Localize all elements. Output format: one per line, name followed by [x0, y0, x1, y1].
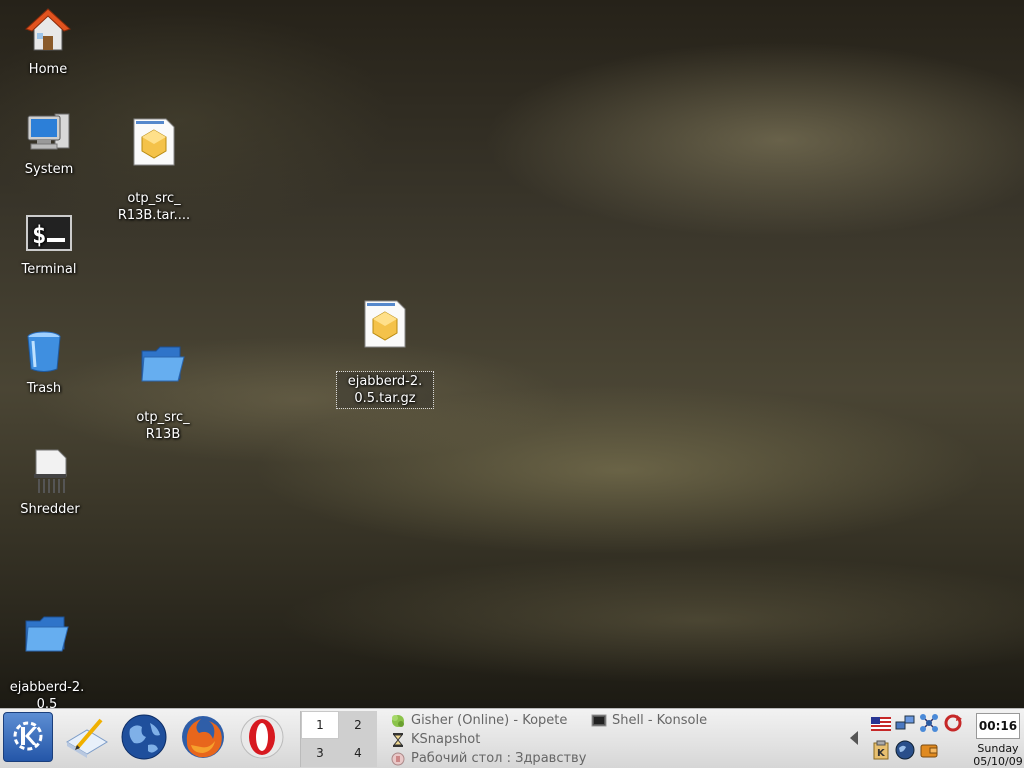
task-label: Gisher (Online) - Kopete [411, 713, 568, 728]
pager-desktop-2[interactable]: 2 [339, 711, 377, 739]
tray-network-manager[interactable] [918, 713, 940, 737]
desktop-icon-home[interactable]: Home [0, 6, 96, 78]
archive-file-icon [337, 283, 433, 353]
task-label: KSnapshot [411, 732, 481, 747]
task-kopete[interactable]: Gisher (Online) - Kopete [390, 711, 586, 730]
k-menu-button[interactable] [3, 712, 53, 762]
opera-launcher[interactable] [236, 713, 288, 765]
hourglass-icon [390, 732, 406, 748]
tray-wallet[interactable] [918, 742, 940, 762]
konsole-icon [591, 713, 607, 729]
text-editor-icon [63, 714, 109, 764]
desktop-icon-terminal[interactable]: $ Terminal [1, 214, 97, 278]
klipper-icon: K [871, 740, 891, 764]
network-icon [895, 713, 915, 737]
task-desktop-window[interactable]: Рабочий стол : Здравству [390, 749, 586, 768]
network-manager-icon [919, 713, 939, 737]
terminal-icon: $ [1, 214, 97, 259]
globe-browser-icon [120, 713, 168, 765]
svg-text:K: K [877, 748, 886, 759]
desktop-icon-otp-folder[interactable]: otp_src_ R13B [115, 307, 211, 460]
wallet-icon [919, 740, 939, 764]
tray-updater[interactable] [942, 713, 964, 737]
desktop-icon-system[interactable]: System [1, 110, 97, 178]
desktop-icon-trash[interactable]: Trash [0, 329, 92, 397]
desktop-icon-shredder[interactable]: Shredder [2, 448, 98, 518]
shredder-icon [2, 448, 98, 499]
pager-desktop-1[interactable]: 1 [301, 711, 339, 739]
clock-day: Sunday [977, 742, 1019, 755]
home-folder-icon [0, 6, 96, 59]
kde-panel: 1 2 3 4 Gisher (Online) - Kopete Shell -… [0, 708, 1024, 768]
task-ksnapshot[interactable]: KSnapshot [390, 730, 586, 749]
task-label: Рабочий стол : Здравству [411, 751, 586, 766]
kde-k-menu-icon [8, 715, 48, 759]
pager-desktop-3[interactable]: 3 [301, 739, 339, 767]
panel-clock[interactable]: 00:16 Sunday 05/10/09 [973, 710, 1023, 768]
pager-desktop-4[interactable]: 4 [339, 739, 377, 767]
folder-icon [115, 324, 211, 390]
update-icon [943, 713, 963, 737]
tray-network[interactable] [894, 715, 916, 735]
text-editor-launcher[interactable] [60, 713, 112, 765]
clock-date: 05/10/09 [973, 755, 1023, 768]
trash-icon [0, 329, 92, 378]
opera-icon [238, 713, 286, 765]
desktop-icon [390, 751, 406, 767]
tray-collapse-arrow[interactable] [850, 731, 858, 745]
desktop-icon-otp-archive[interactable]: otp_src_ R13B.tar.... [106, 84, 202, 241]
tray-browser[interactable] [894, 740, 916, 764]
konqueror-launcher[interactable] [118, 713, 170, 765]
firefox-icon [179, 713, 227, 765]
desktop-background[interactable]: Home System $ Terminal Trash Shredder ej… [0, 0, 1024, 712]
svg-text:$: $ [32, 221, 46, 249]
desktop-pager: 1 2 3 4 [300, 711, 377, 767]
folder-icon [0, 594, 95, 660]
clock-time: 00:16 [976, 713, 1020, 739]
kopete-icon [390, 713, 406, 729]
archive-file-icon [106, 101, 202, 171]
tray-klipper[interactable]: K [870, 740, 892, 764]
task-konsole[interactable]: Shell - Konsole [591, 711, 741, 730]
task-label: Shell - Konsole [612, 713, 708, 728]
globe-icon [895, 740, 915, 764]
computer-icon [1, 110, 97, 159]
us-flag-icon [871, 716, 891, 735]
firefox-launcher[interactable] [177, 713, 229, 765]
desktop-icon-ejabberd-archive[interactable]: ejabberd-2. 0.5.tar.gz [336, 266, 434, 425]
tray-keyboard-layout[interactable] [870, 715, 892, 735]
